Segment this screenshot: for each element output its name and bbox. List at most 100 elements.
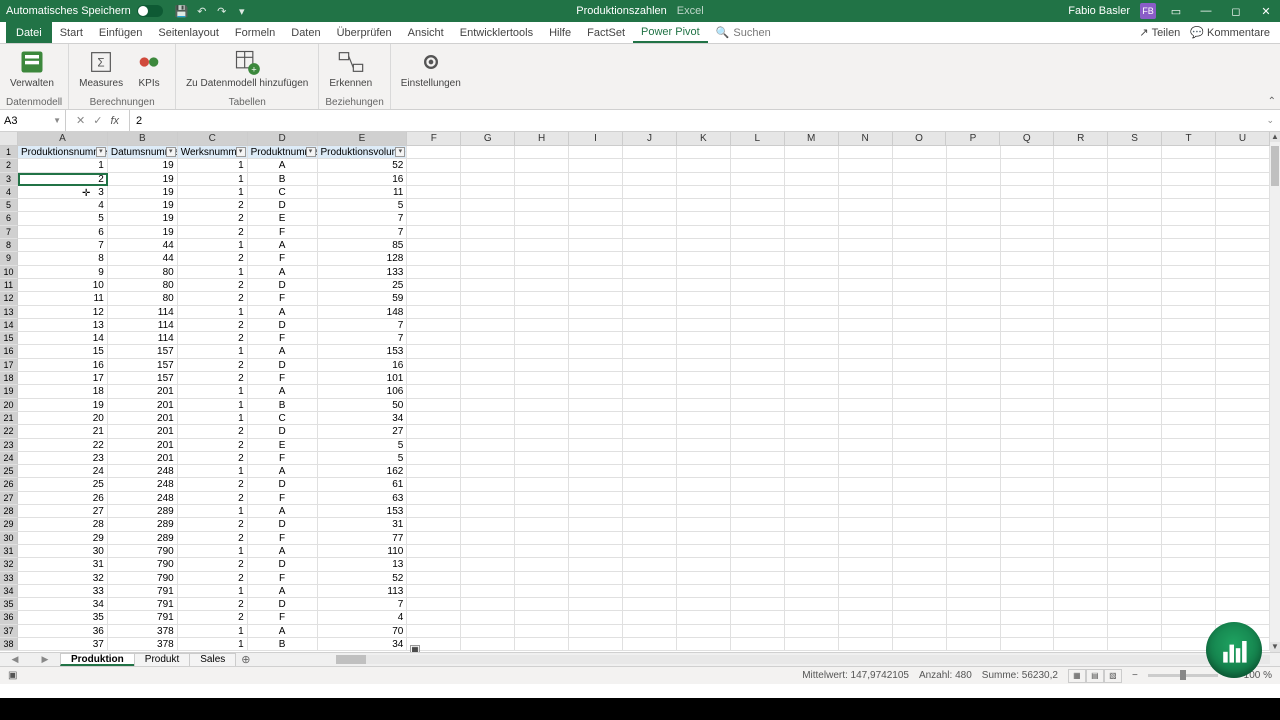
cell[interactable]: 32	[18, 572, 108, 585]
cell[interactable]: 52	[318, 159, 408, 172]
cell[interactable]	[677, 332, 731, 345]
cell[interactable]	[461, 625, 515, 638]
cell[interactable]	[569, 173, 623, 186]
cell[interactable]: 77	[318, 532, 408, 545]
cell[interactable]	[461, 598, 515, 611]
cell[interactable]	[461, 173, 515, 186]
row-header[interactable]: 27	[0, 492, 18, 505]
cell[interactable]	[623, 279, 677, 292]
cell[interactable]	[1108, 173, 1162, 186]
cell[interactable]: 19	[108, 159, 178, 172]
column-header-Q[interactable]: Q	[1000, 132, 1054, 145]
cell[interactable]: 85	[318, 239, 408, 252]
cell[interactable]: 2	[178, 492, 248, 505]
column-header-B[interactable]: B	[108, 132, 178, 145]
column-header-R[interactable]: R	[1054, 132, 1108, 145]
cell[interactable]	[1108, 518, 1162, 531]
cell[interactable]	[947, 572, 1001, 585]
cell[interactable]	[839, 399, 893, 412]
cell[interactable]: D	[248, 199, 318, 212]
row-header[interactable]: 36	[0, 611, 18, 624]
cell[interactable]	[677, 518, 731, 531]
column-header-I[interactable]: I	[569, 132, 623, 145]
cell[interactable]	[515, 306, 569, 319]
cell[interactable]	[731, 572, 785, 585]
cell[interactable]	[569, 452, 623, 465]
cell[interactable]: 34	[318, 638, 408, 651]
cell[interactable]	[731, 239, 785, 252]
cell[interactable]	[839, 638, 893, 651]
cell[interactable]	[731, 173, 785, 186]
cell[interactable]	[569, 319, 623, 332]
autosave-toggle[interactable]: Automatisches Speichern	[6, 5, 163, 17]
cell[interactable]	[947, 545, 1001, 558]
cell[interactable]	[947, 226, 1001, 239]
cell[interactable]: 21	[18, 425, 108, 438]
cell[interactable]	[947, 585, 1001, 598]
cell[interactable]	[1216, 239, 1270, 252]
cell[interactable]	[677, 492, 731, 505]
cell[interactable]: Datumsnummer▾	[108, 146, 178, 159]
cell[interactable]	[839, 252, 893, 265]
cell[interactable]	[785, 279, 839, 292]
cell[interactable]: 2	[178, 572, 248, 585]
cell[interactable]: 34	[18, 598, 108, 611]
cell[interactable]	[731, 478, 785, 491]
cell[interactable]	[893, 319, 947, 332]
cell[interactable]	[623, 532, 677, 545]
paste-options-icon[interactable]: ▦	[410, 645, 420, 652]
cell[interactable]	[893, 518, 947, 531]
cell[interactable]	[1054, 399, 1108, 412]
cell[interactable]	[1054, 625, 1108, 638]
cell[interactable]	[785, 332, 839, 345]
kpis-button[interactable]: KPIs	[129, 46, 169, 96]
cell[interactable]	[1054, 279, 1108, 292]
cell[interactable]	[515, 532, 569, 545]
cell[interactable]	[1108, 465, 1162, 478]
cell[interactable]	[785, 611, 839, 624]
cell[interactable]	[623, 226, 677, 239]
cell[interactable]: 7	[318, 598, 408, 611]
cell[interactable]	[1108, 625, 1162, 638]
cell[interactable]	[1054, 452, 1108, 465]
cell[interactable]	[1054, 439, 1108, 452]
cell[interactable]	[1108, 585, 1162, 598]
column-header-H[interactable]: H	[515, 132, 569, 145]
cell[interactable]	[1216, 532, 1270, 545]
cell[interactable]	[1162, 385, 1216, 398]
cell[interactable]: D	[248, 359, 318, 372]
cell[interactable]	[515, 212, 569, 225]
cell[interactable]	[893, 465, 947, 478]
cell[interactable]	[407, 585, 461, 598]
column-header-A[interactable]: A	[18, 132, 108, 145]
cell[interactable]	[1001, 385, 1055, 398]
cell[interactable]	[623, 478, 677, 491]
cell[interactable]	[1216, 226, 1270, 239]
cell[interactable]: 8	[18, 252, 108, 265]
cell[interactable]: 2	[178, 279, 248, 292]
cell[interactable]	[407, 372, 461, 385]
cell[interactable]	[1108, 385, 1162, 398]
cell[interactable]	[1108, 505, 1162, 518]
cell[interactable]	[839, 532, 893, 545]
cell[interactable]	[1108, 279, 1162, 292]
cell[interactable]	[1054, 505, 1108, 518]
cell[interactable]: 70	[318, 625, 408, 638]
cell[interactable]	[1108, 545, 1162, 558]
cell[interactable]	[731, 585, 785, 598]
cell[interactable]	[1216, 399, 1270, 412]
settings-button[interactable]: Einstellungen	[397, 46, 465, 96]
cell[interactable]	[461, 465, 515, 478]
cell[interactable]	[1108, 611, 1162, 624]
cell[interactable]	[623, 292, 677, 305]
row-header[interactable]: 20	[0, 399, 18, 412]
cell[interactable]	[1162, 332, 1216, 345]
zoom-out-button[interactable]: −	[1132, 670, 1138, 681]
cell[interactable]	[515, 399, 569, 412]
cell[interactable]: D	[248, 319, 318, 332]
cell[interactable]	[515, 518, 569, 531]
cell[interactable]	[623, 465, 677, 478]
cell[interactable]	[407, 306, 461, 319]
cell[interactable]	[461, 532, 515, 545]
cell[interactable]: 28	[18, 518, 108, 531]
